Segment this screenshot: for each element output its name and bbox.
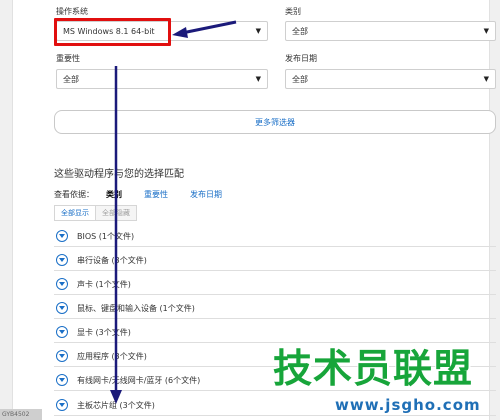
watermark-logo-text: 技术员联盟 (273, 347, 474, 392)
arrow-down-to-chipset (110, 66, 122, 404)
watermark-url: www.jsgho.com (335, 396, 481, 414)
arrow-to-os-box (172, 20, 237, 38)
corner-code: GYB4502 (0, 409, 42, 420)
